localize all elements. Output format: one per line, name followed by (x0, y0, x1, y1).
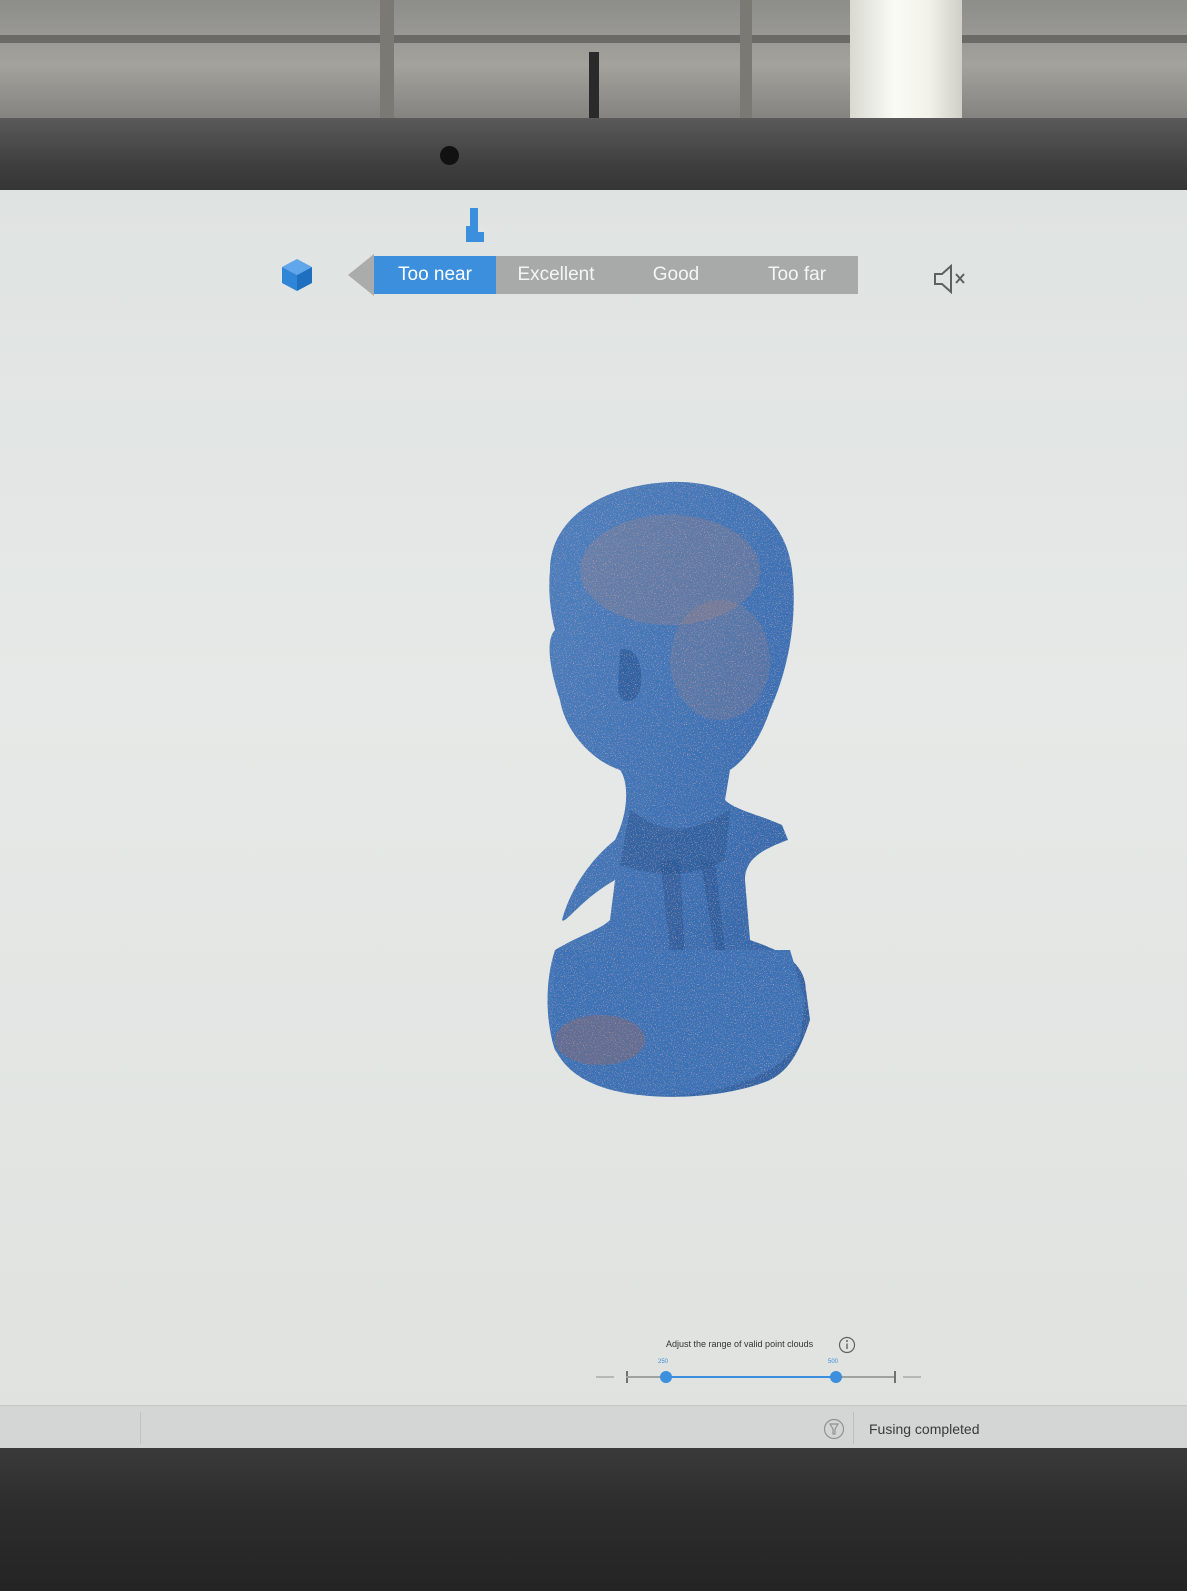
distance-indicator-bar: Too near Excellent Good Too far (348, 254, 858, 296)
point-cloud-bust[interactable] (520, 480, 830, 1120)
segment-too-far[interactable]: Too far (736, 256, 858, 294)
slider-min-handle[interactable] (660, 1371, 672, 1383)
monitor-bezel-bottom (0, 1448, 1187, 1591)
fusion-status-icon (823, 1418, 845, 1440)
status-text: Fusing completed (869, 1421, 980, 1437)
monitor-bezel-top (0, 118, 1187, 198)
status-divider (853, 1412, 854, 1444)
slider-min-value: 250 (658, 1359, 669, 1365)
ceiling-light (850, 0, 962, 126)
distance-indicator-icon (466, 208, 486, 242)
speaker-muted-icon[interactable] (932, 262, 972, 296)
segment-good[interactable]: Good (616, 256, 736, 294)
slider-max-handle[interactable] (830, 1371, 842, 1383)
webcam-icon (440, 146, 459, 165)
ceiling-beam (380, 0, 394, 120)
ceiling-pole (589, 52, 599, 122)
ceiling-beam (0, 35, 1187, 43)
segment-too-near[interactable]: Too near (374, 256, 496, 294)
slider-max-marker (903, 1376, 921, 1378)
slider-end-tick (894, 1371, 896, 1383)
slider-min-marker (596, 1376, 614, 1378)
photo-frame: Too near Excellent Good Too far Adjust t… (0, 0, 1187, 1591)
segment-excellent[interactable]: Excellent (496, 256, 616, 294)
status-bar: Fusing completed (0, 1405, 1187, 1450)
distance-arrow (348, 254, 374, 296)
slider-max-value: 500 (828, 1359, 839, 1365)
point-cloud-range-slider[interactable]: 250 500 (596, 1359, 926, 1392)
info-icon[interactable] (838, 1336, 856, 1354)
status-divider (140, 1412, 141, 1444)
ceiling-beam (740, 0, 752, 120)
slider-selected-range (666, 1376, 836, 1378)
range-slider-label: Adjust the range of valid point clouds (666, 1339, 814, 1349)
cube-icon[interactable] (278, 256, 316, 294)
